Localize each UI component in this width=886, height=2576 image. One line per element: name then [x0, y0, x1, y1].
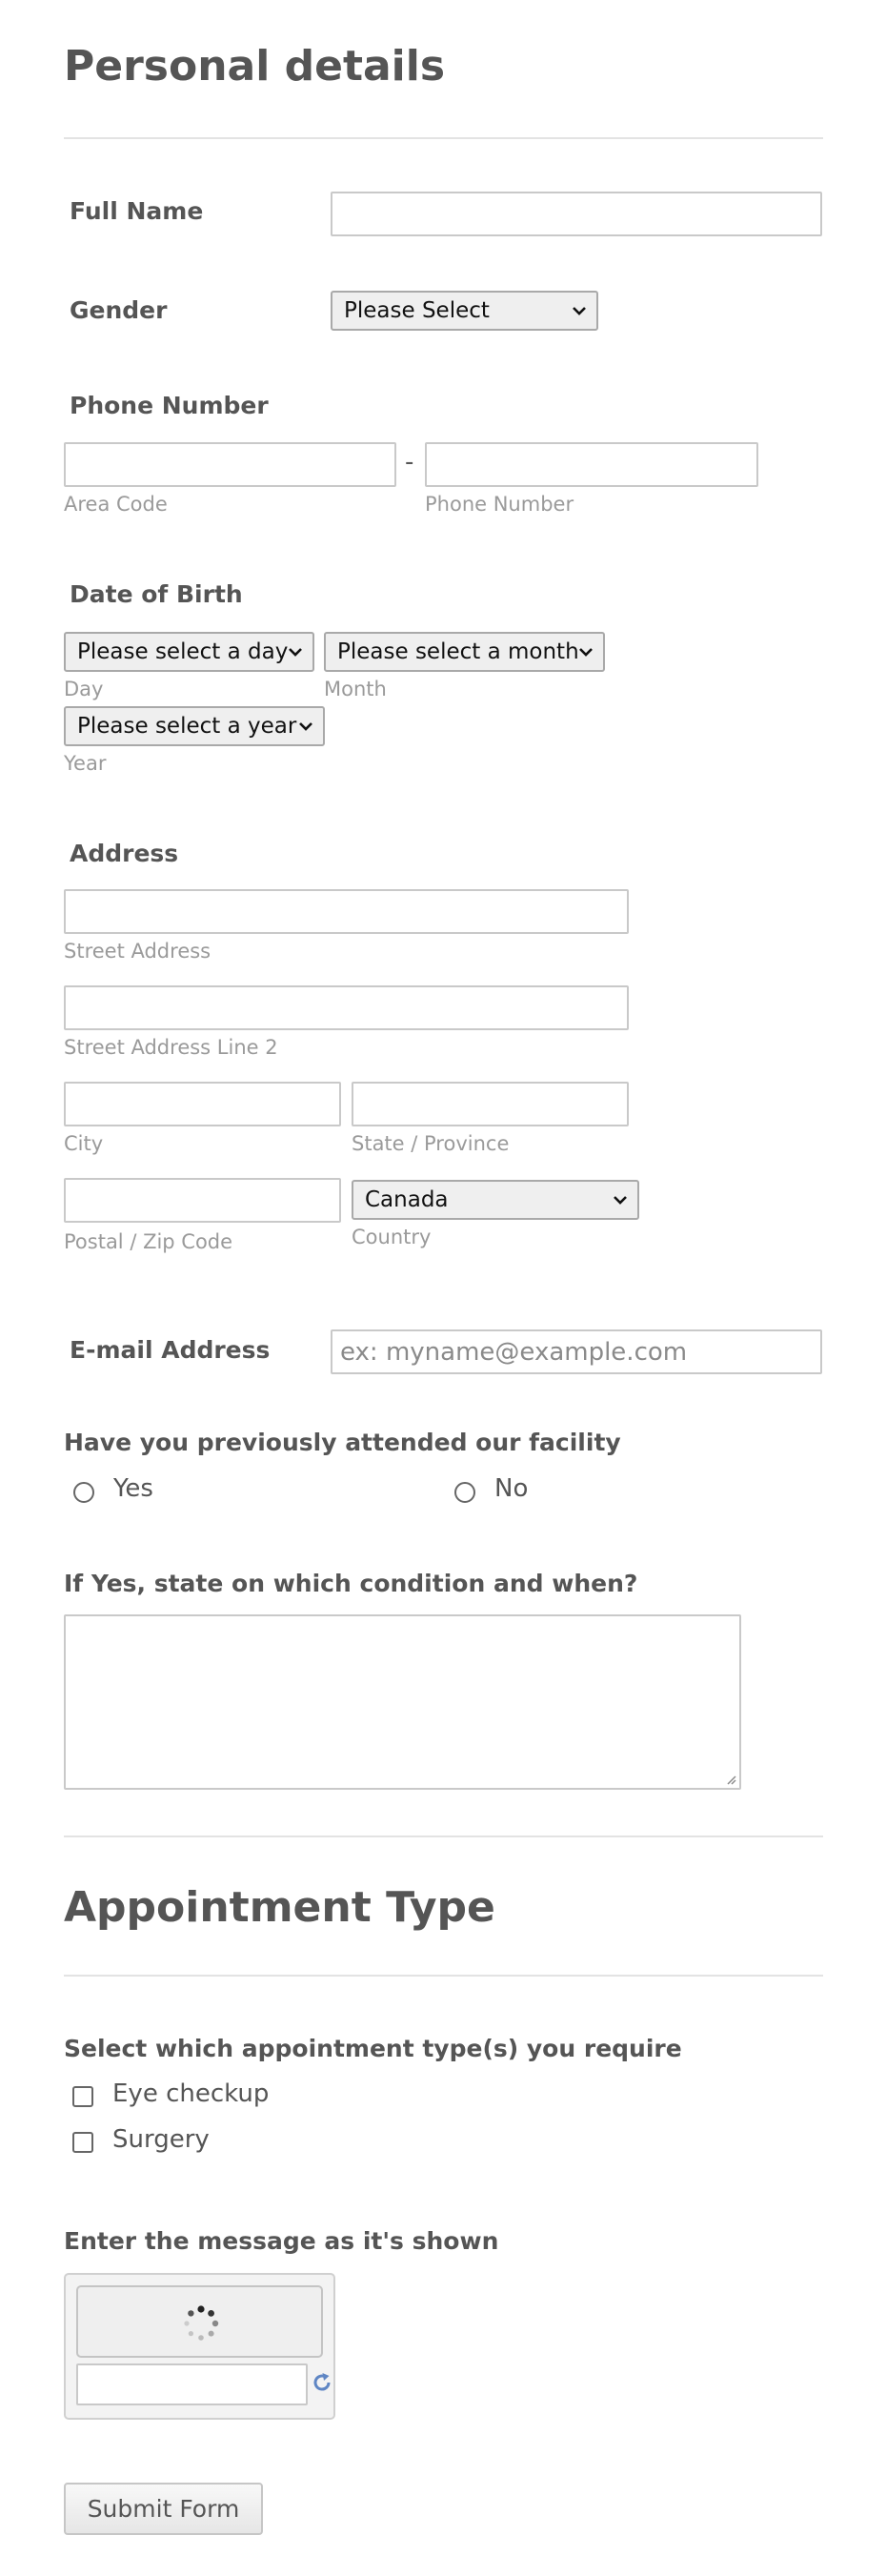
- area-code-sublabel: Area Code: [64, 493, 168, 516]
- month-sublabel: Month: [324, 678, 387, 700]
- section-title-personal-details: Personal details: [64, 42, 446, 91]
- country-select[interactable]: Canada: [352, 1180, 639, 1220]
- street-address-input[interactable]: [64, 889, 629, 934]
- appointment-question-label: Select which appointment type(s) you req…: [64, 2035, 682, 2062]
- area-code-input[interactable]: [64, 442, 396, 487]
- gender-label: Gender: [70, 296, 168, 324]
- day-select[interactable]: Please select a day: [64, 632, 314, 672]
- section-divider: [64, 137, 823, 139]
- city-sublabel: City: [64, 1132, 104, 1155]
- checkbox-surgery-label: Surgery: [112, 2125, 210, 2154]
- year-sublabel: Year: [64, 752, 107, 775]
- phone-number-sublabel: Phone Number: [425, 493, 574, 516]
- attended-question-label: Have you previously attended our facilit…: [64, 1429, 621, 1456]
- street-address-line2-input[interactable]: [64, 985, 629, 1030]
- phone-number-input[interactable]: [425, 442, 758, 487]
- full-name-label: Full Name: [70, 197, 204, 225]
- postal-code-input[interactable]: [64, 1178, 341, 1223]
- email-input[interactable]: ex: myname@example.com: [331, 1329, 822, 1374]
- gender-selected-value: Please Select: [344, 297, 490, 323]
- day-sublabel: Day: [64, 678, 104, 700]
- postal-code-sublabel: Postal / Zip Code: [64, 1230, 233, 1253]
- chevron-down-icon: [579, 648, 593, 657]
- phone-number-label: Phone Number: [70, 392, 269, 419]
- street-address-line2-sublabel: Street Address Line 2: [64, 1036, 278, 1059]
- captcha-image: [76, 2285, 323, 2358]
- resize-handle-icon[interactable]: [725, 1774, 736, 1785]
- checkbox-eye-checkup[interactable]: [72, 2086, 93, 2107]
- city-input[interactable]: [64, 1082, 341, 1126]
- email-label: E-mail Address: [70, 1336, 271, 1364]
- date-of-birth-label: Date of Birth: [70, 580, 243, 608]
- captcha-label: Enter the message as it's shown: [64, 2227, 499, 2255]
- condition-label: If Yes, state on which condition and whe…: [64, 1570, 638, 1597]
- section-divider: [64, 1975, 823, 1977]
- year-select[interactable]: Please select a year: [64, 706, 325, 746]
- refresh-icon[interactable]: [311, 2371, 333, 2394]
- chevron-down-icon: [289, 648, 302, 657]
- country-selected-value: Canada: [365, 1187, 449, 1212]
- gender-select[interactable]: Please Select: [331, 291, 598, 331]
- radio-yes[interactable]: [73, 1482, 94, 1503]
- state-province-sublabel: State / Province: [352, 1132, 510, 1155]
- checkbox-eye-checkup-label: Eye checkup: [112, 2079, 270, 2108]
- radio-no[interactable]: [454, 1482, 475, 1503]
- loading-spinner-icon: [184, 2305, 219, 2341]
- address-label: Address: [70, 840, 179, 867]
- section-title-appointment-type: Appointment Type: [64, 1883, 495, 1932]
- month-select[interactable]: Please select a month: [324, 632, 605, 672]
- state-province-input[interactable]: [352, 1082, 629, 1126]
- country-sublabel: Country: [352, 1226, 432, 1248]
- submit-button[interactable]: Submit Form: [64, 2483, 263, 2535]
- captcha-input[interactable]: [76, 2363, 308, 2405]
- street-address-sublabel: Street Address: [64, 940, 211, 963]
- chevron-down-icon: [614, 1196, 627, 1205]
- condition-textarea[interactable]: [64, 1614, 741, 1790]
- chevron-down-icon: [299, 722, 312, 731]
- radio-yes-label: Yes: [113, 1474, 153, 1503]
- month-selected-value: Please select a month: [337, 639, 579, 664]
- radio-no-label: No: [494, 1474, 529, 1503]
- section-divider: [64, 1836, 823, 1837]
- phone-separator: -: [405, 448, 414, 477]
- year-selected-value: Please select a year: [77, 713, 297, 739]
- full-name-input[interactable]: [331, 192, 822, 236]
- chevron-down-icon: [573, 307, 586, 315]
- checkbox-surgery[interactable]: [72, 2132, 93, 2153]
- day-selected-value: Please select a day: [77, 639, 289, 664]
